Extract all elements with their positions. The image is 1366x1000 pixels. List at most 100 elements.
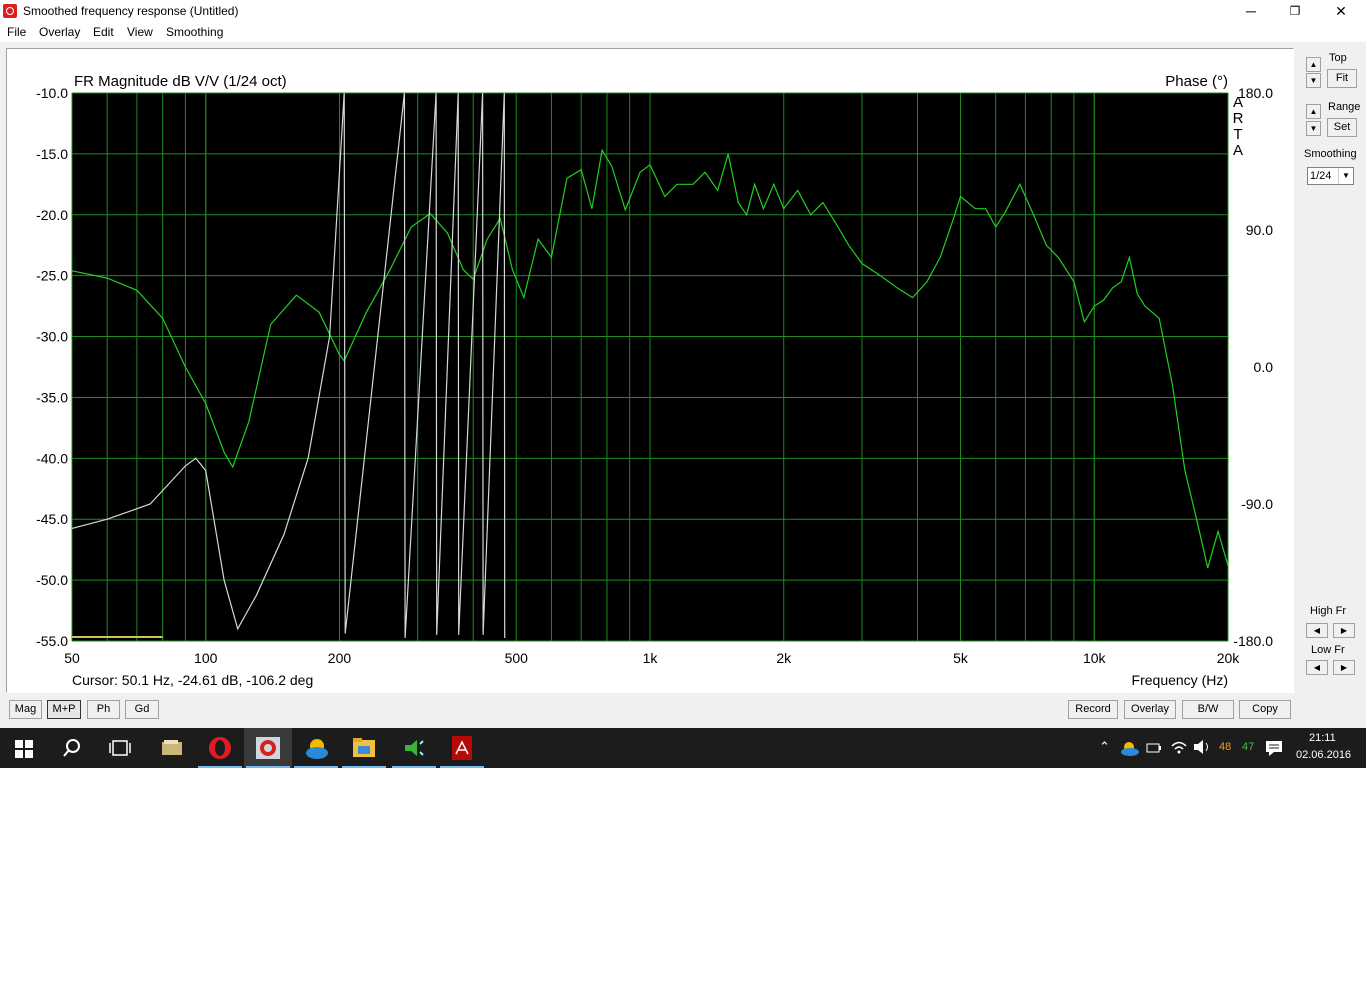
clock-date[interactable]: 02.06.2016 bbox=[1296, 749, 1351, 761]
cursor-readout: Cursor: 50.1 Hz, -24.61 dB, -106.2 deg bbox=[72, 672, 313, 688]
show-hidden-icons-chevron-icon[interactable]: ⌃ bbox=[1099, 739, 1110, 755]
y-tick-label-left: -15.0 bbox=[36, 146, 68, 162]
brand-letter-a1: A bbox=[1233, 94, 1243, 111]
menu-edit[interactable]: Edit bbox=[93, 25, 114, 39]
chart-title-magnitude: FR Magnitude dB V/V (1/24 oct) bbox=[74, 73, 287, 90]
range-down-spin[interactable]: ▼ bbox=[1306, 121, 1321, 136]
arta-running-indicator bbox=[246, 766, 290, 768]
task-view-icon[interactable] bbox=[109, 740, 131, 756]
action-center-icon[interactable] bbox=[1265, 740, 1283, 756]
menu-view[interactable]: View bbox=[127, 25, 153, 39]
y-tick-label-left: -35.0 bbox=[36, 389, 68, 405]
copy-button[interactable]: Copy bbox=[1239, 700, 1291, 719]
smoothing-value: 1/24 bbox=[1310, 170, 1332, 182]
frequency-response-chart[interactable]: -10.0 -15.0 -20.0 -25.0 -30.0 -35.0 -40.0 -45.0… bbox=[7, 49, 1293, 692]
clock-time[interactable]: 21:11 bbox=[1309, 732, 1336, 744]
x-tick-label: 200 bbox=[328, 650, 352, 666]
fit-button[interactable]: Fit bbox=[1327, 69, 1357, 88]
title-bar: Smoothed frequency response (Untitled) ─… bbox=[0, 0, 1366, 22]
pdf-reader-icon bbox=[452, 736, 472, 760]
top-label: Top bbox=[1329, 52, 1347, 64]
taskbar-app-arta[interactable] bbox=[244, 728, 292, 768]
menu-file[interactable]: File bbox=[7, 25, 26, 39]
opera-browser-icon bbox=[209, 737, 231, 759]
search-icon[interactable] bbox=[62, 738, 82, 758]
audio-running-indicator bbox=[392, 766, 436, 768]
x-tick-label: 1k bbox=[643, 650, 659, 666]
brand-letter-r: R bbox=[1233, 110, 1244, 127]
speaker-app-icon bbox=[405, 740, 424, 756]
y-tick-label-right: -180.0 bbox=[1233, 633, 1273, 649]
x-tick-label: 50 bbox=[64, 650, 80, 666]
y-tick-label-left: -30.0 bbox=[36, 329, 68, 345]
smoothing-select[interactable]: 1/24 ▼ bbox=[1307, 167, 1354, 185]
top-up-spin[interactable]: ▲ bbox=[1306, 57, 1321, 72]
taskbar-app-opera[interactable] bbox=[196, 728, 244, 768]
range-label: Range bbox=[1328, 101, 1361, 113]
y-tick-label-left: -20.0 bbox=[36, 207, 68, 223]
taskbar-app-audio[interactable] bbox=[390, 728, 438, 768]
x-tick-label: 500 bbox=[505, 650, 529, 666]
windows-start-icon[interactable] bbox=[15, 740, 33, 758]
x-tick-label: 10k bbox=[1083, 650, 1107, 666]
group-delay-view-button[interactable]: Gd bbox=[125, 700, 159, 719]
menu-smoothing[interactable]: Smoothing bbox=[166, 25, 223, 39]
chevron-down-icon[interactable]: ▼ bbox=[1338, 168, 1353, 184]
wifi-icon[interactable] bbox=[1170, 739, 1188, 755]
weather-app-icon bbox=[306, 739, 328, 759]
top-down-spin[interactable]: ▼ bbox=[1306, 73, 1321, 88]
acrobat-running-indicator bbox=[440, 766, 484, 768]
high-fr-left-button[interactable]: ◀ bbox=[1306, 623, 1328, 638]
arta-taskbar-icon bbox=[256, 737, 280, 759]
bw-button[interactable]: B/W bbox=[1182, 700, 1234, 719]
taskbar-app-file-explorer[interactable] bbox=[340, 728, 388, 768]
range-up-spin[interactable]: ▲ bbox=[1306, 104, 1321, 119]
volume-icon[interactable] bbox=[1193, 739, 1211, 755]
smoothing-label: Smoothing bbox=[1304, 148, 1357, 160]
menu-bar: File Overlay Edit View Smoothing bbox=[0, 22, 1366, 42]
high-fr-right-button[interactable]: ▶ bbox=[1333, 623, 1355, 638]
y-tick-label-left: -10.0 bbox=[36, 85, 68, 101]
low-fr-left-button[interactable]: ◀ bbox=[1306, 660, 1328, 675]
folder-icon bbox=[353, 738, 375, 757]
low-fr-right-button[interactable]: ▶ bbox=[1333, 660, 1355, 675]
taskbar-app-explorer-scan[interactable] bbox=[148, 728, 196, 768]
phase-view-button[interactable]: Ph bbox=[87, 700, 120, 719]
explorer-running-indicator bbox=[342, 766, 386, 768]
x-tick-label: 5k bbox=[953, 650, 969, 666]
taskbar-app-weather[interactable] bbox=[292, 728, 340, 768]
y-tick-label-right: 0.0 bbox=[1254, 359, 1274, 375]
y-tick-label-right: -90.0 bbox=[1241, 496, 1273, 512]
taskbar: ⌃ 48 47 21:11 02.06.2016 bbox=[0, 728, 1366, 768]
y-tick-label-left: -50.0 bbox=[36, 572, 68, 588]
weather-tray-icon[interactable] bbox=[1120, 740, 1140, 756]
close-button[interactable]: ✕ bbox=[1318, 0, 1364, 22]
scanner-icon bbox=[162, 740, 182, 755]
window-title: Smoothed frequency response (Untitled) bbox=[23, 4, 239, 18]
battery-icon[interactable] bbox=[1146, 742, 1162, 754]
x-tick-label: 100 bbox=[194, 650, 218, 666]
x-tick-label: 20k bbox=[1217, 650, 1241, 666]
overlay-button[interactable]: Overlay bbox=[1124, 700, 1176, 719]
maximize-button[interactable]: ❐ bbox=[1272, 0, 1318, 22]
taskbar-app-acrobat[interactable] bbox=[438, 728, 486, 768]
graph-frame: -10.0 -15.0 -20.0 -25.0 -30.0 -35.0 -40.0 -45.0… bbox=[6, 48, 1294, 693]
record-button[interactable]: Record bbox=[1068, 700, 1118, 719]
mag-view-button[interactable]: Mag bbox=[9, 700, 42, 719]
brand-letter-a2: A bbox=[1233, 142, 1243, 159]
brand-letter-t: T bbox=[1233, 126, 1242, 143]
x-tick-label: 2k bbox=[776, 650, 792, 666]
arta-app-icon bbox=[3, 4, 17, 18]
y-tick-label-left: -55.0 bbox=[36, 633, 68, 649]
minimize-button[interactable]: ─ bbox=[1228, 0, 1274, 22]
chart-title-phase: Phase (°) bbox=[1165, 73, 1228, 90]
menu-overlay[interactable]: Overlay bbox=[39, 25, 80, 39]
y-tick-label-left: -45.0 bbox=[36, 511, 68, 527]
tray-counter-green[interactable]: 47 bbox=[1242, 741, 1254, 753]
y-tick-label-left: -40.0 bbox=[36, 450, 68, 466]
x-axis-label: Frequency (Hz) bbox=[1132, 672, 1228, 688]
opera-running-indicator bbox=[198, 766, 242, 768]
tray-counter-orange[interactable]: 48 bbox=[1219, 741, 1231, 753]
mag-phase-view-button[interactable]: M+P bbox=[47, 700, 81, 719]
set-button[interactable]: Set bbox=[1327, 118, 1357, 137]
